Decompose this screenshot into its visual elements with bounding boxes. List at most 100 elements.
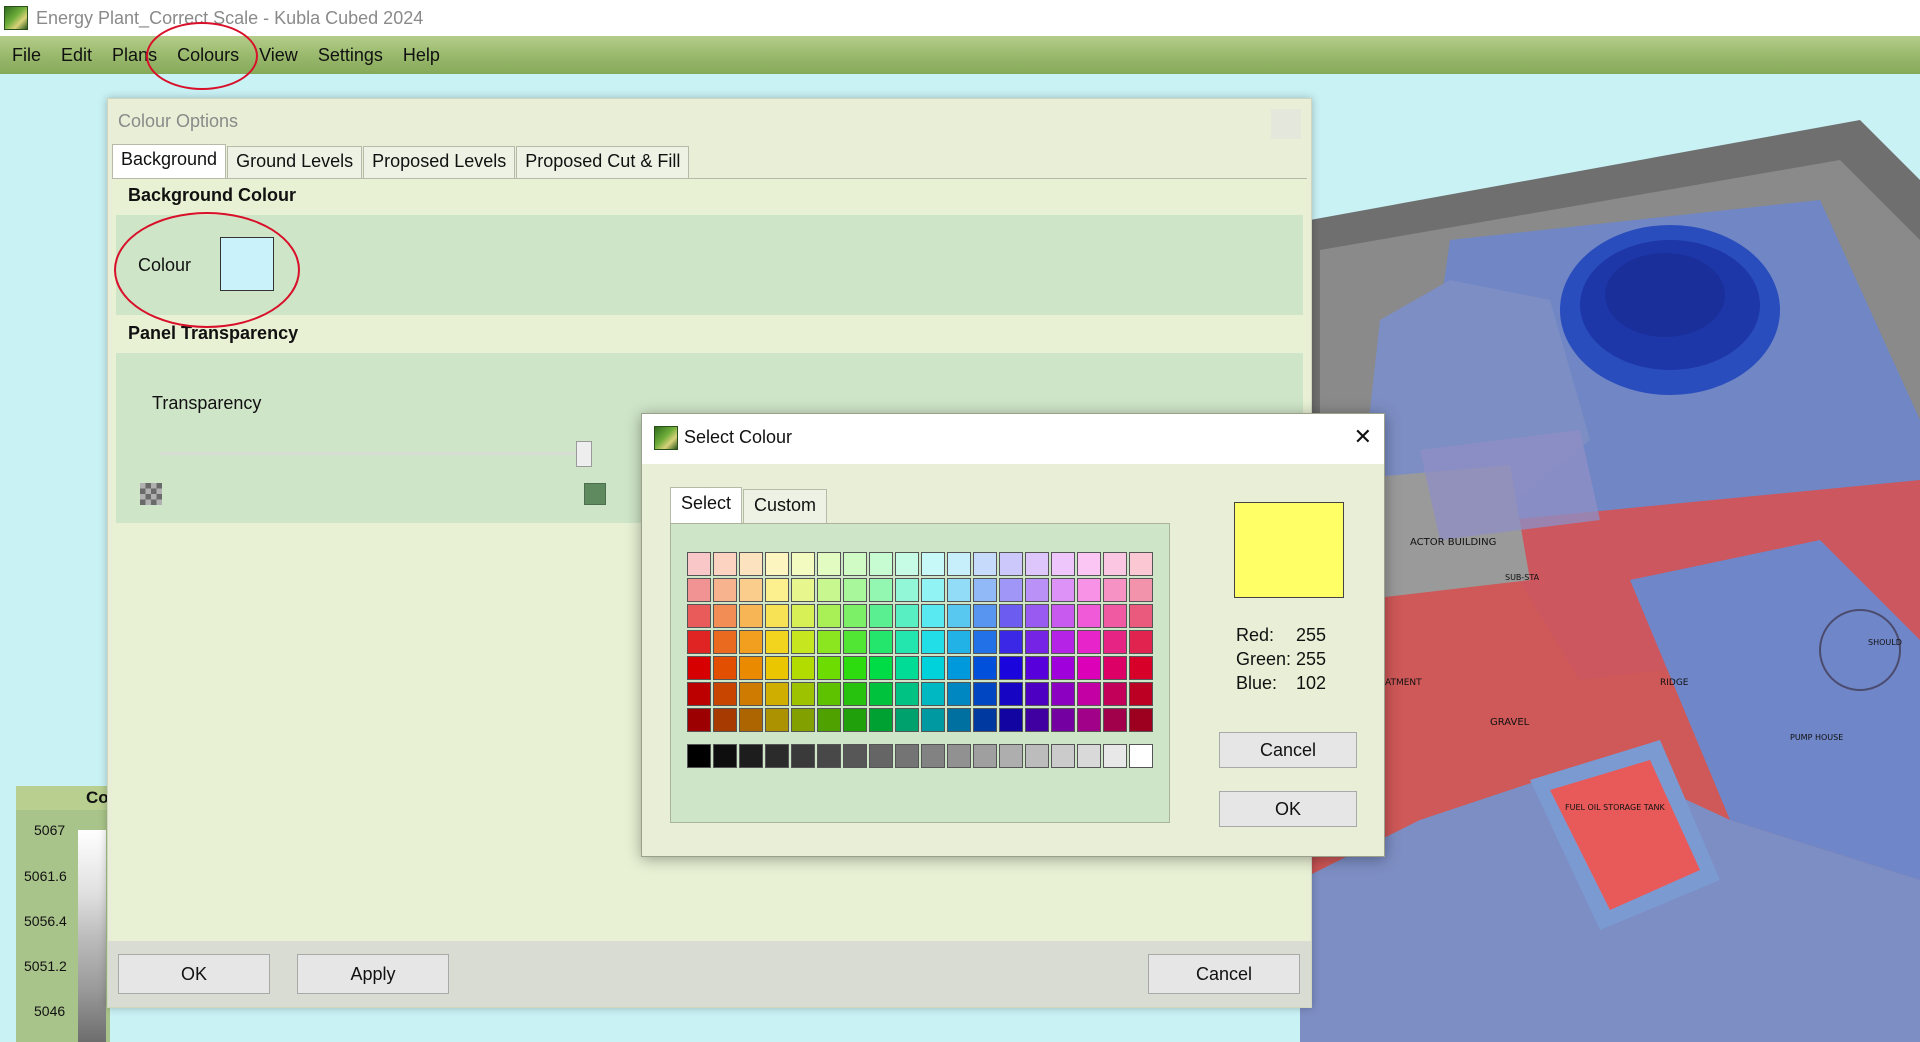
palette-swatch[interactable] xyxy=(1051,552,1075,576)
palette-swatch[interactable] xyxy=(947,656,971,680)
dialog-close-button[interactable] xyxy=(1271,109,1301,139)
grayscale-swatch[interactable] xyxy=(1025,744,1049,768)
palette-swatch[interactable] xyxy=(713,708,737,732)
grayscale-swatch[interactable] xyxy=(1077,744,1101,768)
palette-swatch[interactable] xyxy=(1025,552,1049,576)
palette-swatch[interactable] xyxy=(713,630,737,654)
palette-swatch[interactable] xyxy=(1051,604,1075,628)
palette-swatch[interactable] xyxy=(791,630,815,654)
palette-swatch[interactable] xyxy=(843,682,867,706)
grayscale-swatch[interactable] xyxy=(843,744,867,768)
background-colour-swatch[interactable] xyxy=(220,237,274,291)
palette-swatch[interactable] xyxy=(713,578,737,602)
palette-swatch[interactable] xyxy=(869,604,893,628)
palette-swatch[interactable] xyxy=(739,682,763,706)
palette-swatch[interactable] xyxy=(817,552,841,576)
ok-button[interactable]: OK xyxy=(118,954,270,994)
palette-swatch[interactable] xyxy=(973,708,997,732)
palette-swatch[interactable] xyxy=(1077,682,1101,706)
palette-swatch[interactable] xyxy=(843,578,867,602)
palette-swatch[interactable] xyxy=(843,630,867,654)
palette-swatch[interactable] xyxy=(1129,630,1153,654)
palette-swatch[interactable] xyxy=(687,604,711,628)
menu-settings[interactable]: Settings xyxy=(308,45,393,66)
palette-swatch[interactable] xyxy=(791,708,815,732)
palette-swatch[interactable] xyxy=(1103,552,1127,576)
palette-swatch[interactable] xyxy=(999,708,1023,732)
palette-swatch[interactable] xyxy=(1051,578,1075,602)
terrain-3d-viewport[interactable]: ACTOR BUILDING GRAVEL PUMP HOUSE FUEL OI… xyxy=(1300,120,1920,1042)
palette-swatch[interactable] xyxy=(895,708,919,732)
palette-swatch[interactable] xyxy=(1077,708,1101,732)
palette-swatch[interactable] xyxy=(947,552,971,576)
palette-swatch[interactable] xyxy=(713,604,737,628)
palette-swatch[interactable] xyxy=(921,578,945,602)
palette-swatch[interactable] xyxy=(947,630,971,654)
palette-swatch[interactable] xyxy=(1129,682,1153,706)
palette-swatch[interactable] xyxy=(895,656,919,680)
transparency-slider-track[interactable] xyxy=(160,452,580,455)
palette-swatch[interactable] xyxy=(1077,604,1101,628)
palette-swatch[interactable] xyxy=(687,708,711,732)
palette-swatch[interactable] xyxy=(1025,578,1049,602)
palette-swatch[interactable] xyxy=(765,552,789,576)
palette-swatch[interactable] xyxy=(1025,708,1049,732)
palette-swatch[interactable] xyxy=(869,578,893,602)
palette-swatch[interactable] xyxy=(1103,708,1127,732)
palette-swatch[interactable] xyxy=(791,604,815,628)
palette-swatch[interactable] xyxy=(1025,656,1049,680)
palette-swatch[interactable] xyxy=(973,682,997,706)
palette-swatch[interactable] xyxy=(921,708,945,732)
palette-swatch[interactable] xyxy=(1025,682,1049,706)
grayscale-swatch[interactable] xyxy=(739,744,763,768)
palette-swatch[interactable] xyxy=(765,708,789,732)
palette-swatch[interactable] xyxy=(687,552,711,576)
tab-select[interactable]: Select xyxy=(670,487,743,523)
palette-swatch[interactable] xyxy=(1103,630,1127,654)
palette-swatch[interactable] xyxy=(999,552,1023,576)
menu-colours[interactable]: Colours xyxy=(167,45,249,66)
grayscale-swatch[interactable] xyxy=(1103,744,1127,768)
apply-button[interactable]: Apply xyxy=(297,954,449,994)
palette-swatch[interactable] xyxy=(1077,578,1101,602)
grayscale-swatch[interactable] xyxy=(765,744,789,768)
palette-swatch[interactable] xyxy=(1051,630,1075,654)
palette-swatch[interactable] xyxy=(895,604,919,628)
palette-swatch[interactable] xyxy=(1025,604,1049,628)
palette-swatch[interactable] xyxy=(1129,656,1153,680)
grayscale-swatch[interactable] xyxy=(1129,744,1153,768)
menu-file[interactable]: File xyxy=(2,45,51,66)
palette-swatch[interactable] xyxy=(791,578,815,602)
palette-swatch[interactable] xyxy=(817,630,841,654)
palette-swatch[interactable] xyxy=(895,578,919,602)
palette-swatch[interactable] xyxy=(843,656,867,680)
tab-background[interactable]: Background xyxy=(112,144,227,178)
palette-swatch[interactable] xyxy=(739,604,763,628)
close-icon[interactable]: ✕ xyxy=(1354,426,1372,448)
palette-swatch[interactable] xyxy=(1129,604,1153,628)
palette-swatch[interactable] xyxy=(999,682,1023,706)
palette-swatch[interactable] xyxy=(1129,708,1153,732)
palette-swatch[interactable] xyxy=(895,630,919,654)
palette-swatch[interactable] xyxy=(895,552,919,576)
tab-ground-levels[interactable]: Ground Levels xyxy=(227,146,363,178)
palette-swatch[interactable] xyxy=(843,604,867,628)
palette-swatch[interactable] xyxy=(791,656,815,680)
palette-swatch[interactable] xyxy=(921,630,945,654)
palette-swatch[interactable] xyxy=(843,552,867,576)
palette-swatch[interactable] xyxy=(999,578,1023,602)
grayscale-swatch[interactable] xyxy=(713,744,737,768)
grayscale-swatch[interactable] xyxy=(999,744,1023,768)
palette-swatch[interactable] xyxy=(843,708,867,732)
cancel-button[interactable]: Cancel xyxy=(1148,954,1300,994)
tab-proposed-cut-fill[interactable]: Proposed Cut & Fill xyxy=(516,146,690,178)
palette-swatch[interactable] xyxy=(947,578,971,602)
palette-swatch[interactable] xyxy=(921,604,945,628)
palette-swatch[interactable] xyxy=(921,682,945,706)
palette-swatch[interactable] xyxy=(817,604,841,628)
palette-swatch[interactable] xyxy=(921,656,945,680)
palette-swatch[interactable] xyxy=(947,708,971,732)
palette-swatch[interactable] xyxy=(739,630,763,654)
palette-swatch[interactable] xyxy=(817,656,841,680)
grayscale-swatch[interactable] xyxy=(791,744,815,768)
